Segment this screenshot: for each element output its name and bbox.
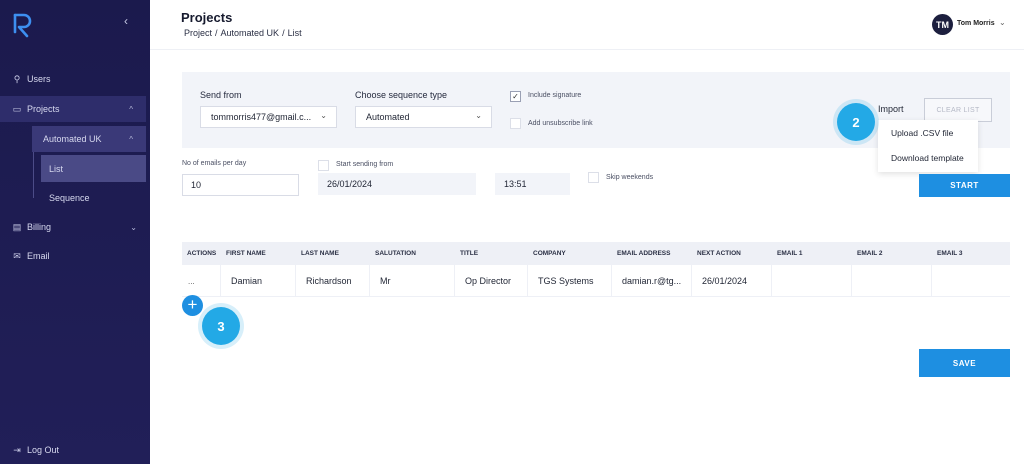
user-icon: ⚲ (13, 73, 21, 84)
sidebar-item-automated-uk[interactable]: Automated UK ^ (32, 126, 146, 152)
breadcrumb-item[interactable]: Automated UK (221, 28, 280, 38)
start-time-input[interactable]: 13:51 (495, 173, 570, 195)
collapse-sidebar-icon[interactable]: ‹ (124, 14, 128, 28)
chevron-up-icon: ^ (129, 104, 133, 114)
sequence-type-select[interactable]: Automated ⌄ (355, 106, 492, 128)
sidebar-item-projects[interactable]: ▭ Projects ^ (0, 96, 146, 122)
table-cell (852, 265, 932, 297)
divider (150, 49, 1024, 50)
sidebar-item-users[interactable]: ⚲ Users (0, 66, 150, 92)
column-header[interactable]: EMAIL ADDRESS (612, 242, 692, 265)
include-signature-label: Include signature (528, 92, 582, 99)
include-signature-checkbox[interactable]: ✓ (510, 91, 521, 102)
table-cell: TGS Systems (528, 265, 612, 297)
clear-list-button[interactable]: CLEAR LIST (924, 98, 992, 122)
start-sending-label: Start sending from (336, 161, 394, 168)
start-sending-checkbox[interactable] (318, 160, 329, 171)
user-name[interactable]: Tom Morris (957, 20, 995, 27)
step-badge-2: 2 (837, 103, 875, 141)
folder-icon: ▭ (12, 103, 22, 114)
sidebar-item-email[interactable]: ✉ Email (0, 243, 150, 269)
logout-icon: ⇥ (13, 444, 21, 455)
send-from-value: tommorris477@gmail.c... (211, 112, 312, 122)
sidebar-item-label: Log Out (27, 445, 60, 455)
column-header[interactable]: NEXT ACTION (692, 242, 772, 265)
chevron-down-icon: ⌄ (320, 111, 327, 120)
sidebar: ‹ ⚲ Users ▭ Projects ^ Automated UK ^ Li… (0, 0, 150, 464)
table-cell: Damian (221, 265, 296, 297)
sidebar-item-label: List (49, 163, 64, 174)
avatar[interactable]: TM (932, 14, 953, 35)
sidebar-item-label: Users (27, 74, 51, 84)
emails-per-day-input[interactable]: 10 (182, 174, 299, 196)
save-button[interactable]: SAVE (919, 349, 1010, 377)
table-cell (932, 265, 1010, 297)
column-header[interactable]: LAST NAME (296, 242, 370, 265)
import-button[interactable]: Import (878, 104, 904, 114)
column-header[interactable]: SALUTATION (370, 242, 455, 265)
column-header: ACTIONS (187, 250, 217, 257)
table-header: ACTIONS FIRST NAME LAST NAME SALUTATION … (182, 242, 1010, 265)
sidebar-item-sequence[interactable]: Sequence (41, 185, 146, 211)
sidebar-item-label: Projects (27, 104, 60, 114)
sidebar-item-billing[interactable]: ▤ Billing ⌄ (0, 214, 150, 240)
sidebar-item-label: Billing (27, 222, 52, 232)
start-button[interactable]: START (919, 174, 1010, 197)
download-template-option[interactable]: Download template (891, 153, 964, 163)
sidebar-item-label: Email (27, 251, 50, 261)
column-header[interactable]: EMAIL 1 (772, 242, 852, 265)
breadcrumb: Project / Automated UK / List (184, 28, 302, 38)
sidebar-item-label: Automated UK (43, 134, 102, 144)
app-logo (13, 13, 32, 38)
skip-weekends-checkbox[interactable] (588, 172, 599, 183)
sidebar-item-label: Sequence (49, 193, 90, 203)
sequence-type-label: Choose sequence type (355, 90, 448, 100)
emails-per-day-label: No of emails per day (182, 160, 247, 167)
sidebar-item-list[interactable]: List (41, 155, 146, 182)
table-cell (772, 265, 852, 297)
chevron-down-icon: ⌄ (130, 222, 137, 232)
send-from-select[interactable]: tommorris477@gmail.c... ⌄ (200, 106, 337, 128)
table-cell: Op Director (455, 265, 528, 297)
table-row[interactable]: ... Damian Richardson Mr Op Director TGS… (182, 265, 1010, 297)
table-cell: 26/01/2024 (692, 265, 772, 297)
upload-csv-option[interactable]: Upload .CSV file (891, 128, 953, 138)
table-cell: Richardson (296, 265, 370, 297)
add-row-button[interactable]: + (182, 295, 203, 316)
mail-icon: ✉ (13, 250, 21, 261)
table-cell: Mr (370, 265, 455, 297)
send-from-label: Send from (200, 90, 242, 100)
breadcrumb-item[interactable]: Project (184, 28, 212, 38)
tree-line (33, 152, 34, 198)
chevron-up-icon: ^ (129, 134, 133, 144)
step-badge-3: 3 (202, 307, 240, 345)
breadcrumb-item: List (287, 28, 302, 38)
unsubscribe-label: Add unsubscribe link (528, 120, 593, 127)
column-header[interactable]: EMAIL 3 (932, 242, 1010, 265)
sequence-type-value: Automated (366, 112, 410, 122)
column-header[interactable]: EMAIL 2 (852, 242, 932, 265)
unsubscribe-checkbox[interactable] (510, 118, 521, 129)
sidebar-item-logout[interactable]: ⇥ Log Out (0, 437, 150, 463)
column-header[interactable]: TITLE (455, 242, 528, 265)
table-cell: damian.r@tg... (612, 265, 692, 297)
row-actions-menu[interactable]: ... (182, 265, 221, 297)
import-menu: Upload .CSV file Download template (878, 120, 978, 172)
column-header[interactable]: COMPANY (528, 242, 612, 265)
skip-weekends-label: Skip weekends (606, 174, 654, 181)
start-date-input[interactable]: 26/01/2024 (318, 173, 476, 195)
column-header[interactable]: FIRST NAME (221, 242, 296, 265)
chevron-down-icon: ⌄ (475, 111, 482, 120)
page-title: Projects (181, 10, 233, 25)
chevron-down-icon[interactable]: ⌄ (999, 18, 1006, 27)
card-icon: ▤ (12, 221, 22, 232)
